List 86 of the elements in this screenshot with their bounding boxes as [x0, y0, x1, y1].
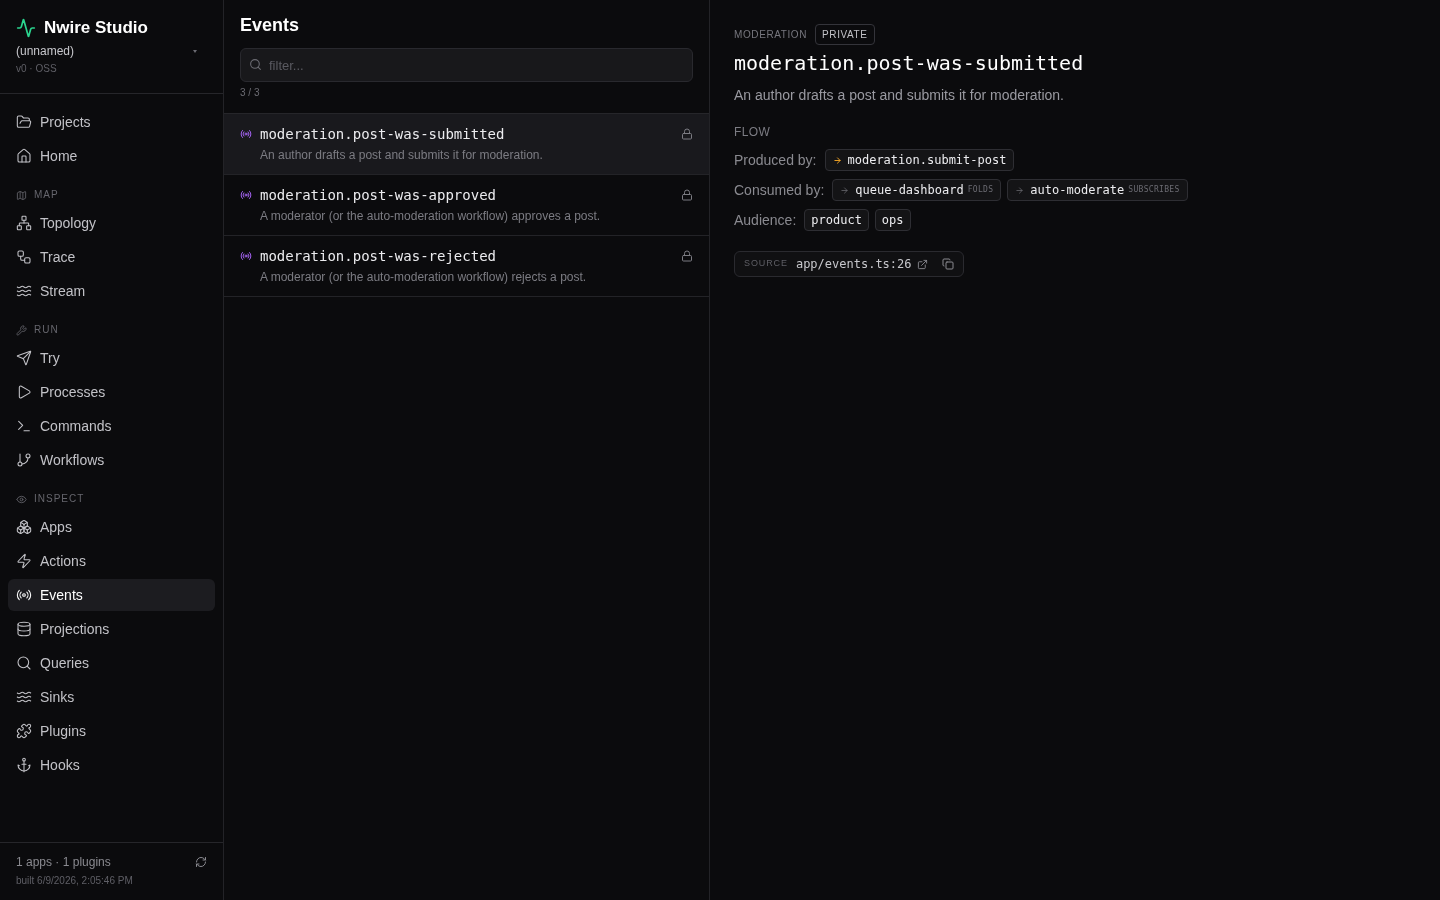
section-label: MAP — [34, 188, 59, 202]
nav-item[interactable]: Projects — [8, 106, 215, 138]
house-icon — [16, 148, 32, 164]
brand-name: Nwire Studio — [44, 17, 148, 39]
event-description: An author drafts a post and submits it for moderation. — [734, 86, 1065, 105]
event-description: A moderator (or the auto-moderation workflow) rejects a post. — [260, 269, 588, 285]
broadcast-icon — [240, 189, 252, 201]
anchor-icon — [16, 757, 32, 773]
nav-item[interactable]: Home — [8, 140, 215, 172]
search-icon — [249, 58, 262, 71]
pulse-logo-icon — [16, 18, 36, 38]
copy-icon — [941, 258, 954, 270]
caret-icon — [193, 49, 197, 53]
network-icon — [16, 215, 32, 231]
map-icon — [16, 189, 27, 201]
broadcast-icon — [16, 587, 32, 603]
play-icon — [16, 384, 32, 400]
audience-label: Audience: — [734, 210, 797, 230]
boxes-icon — [16, 519, 32, 535]
search-icon — [16, 655, 32, 671]
consumer-link[interactable]: queue-dashboard FOLDS — [832, 179, 1002, 201]
panel-title: Events — [240, 14, 301, 36]
audience-tag: product — [804, 209, 869, 231]
refresh-icon — [195, 856, 207, 868]
database-icon — [16, 621, 32, 637]
external-link-icon — [916, 258, 928, 270]
puzzle-icon — [16, 723, 32, 739]
paper-plane-icon — [16, 350, 32, 366]
summary-text: 1 apps · 1 plugins — [16, 854, 111, 870]
mode-label: SUBSCRIBES — [1128, 184, 1180, 196]
project-selector[interactable]: (unnamed) — [16, 43, 207, 59]
event-name: moderation.post-was-submitted — [260, 125, 506, 143]
waves-icon — [16, 689, 32, 705]
visibility-tag: PRIVATE — [815, 24, 875, 45]
nav-item[interactable]: Stream — [8, 275, 215, 307]
nav-item[interactable]: Events — [8, 579, 215, 611]
terminal-icon — [16, 418, 32, 434]
audience-tag: ops — [874, 209, 911, 231]
arrow-icon — [840, 185, 850, 195]
event-name: moderation.post-was-approved — [260, 186, 497, 204]
producer-link[interactable]: moderation.submit-post — [824, 149, 1015, 171]
nav-item[interactable]: Projections — [8, 613, 215, 645]
mode-label: FOLDS — [967, 184, 994, 196]
consumed-label: Consumed by: — [734, 180, 825, 200]
arrow-icon — [1015, 185, 1025, 195]
nav-item[interactable]: Processes — [8, 376, 215, 408]
consumer-link[interactable]: auto-moderate SUBSCRIBES — [1007, 179, 1188, 201]
event-title: moderation.post-was-submitted — [734, 50, 1085, 77]
wrench-icon — [16, 324, 27, 336]
source-label: SOURCE — [744, 257, 788, 271]
event-name: moderation.post-was-rejected — [260, 247, 497, 265]
copy-button[interactable] — [941, 258, 954, 270]
nav-item[interactable]: Plugins — [8, 715, 215, 747]
broadcast-icon — [240, 128, 252, 140]
nav-item[interactable]: Apps — [8, 511, 215, 543]
version-label: v0 · OSS — [16, 62, 58, 76]
nav-item[interactable]: Topology — [8, 207, 215, 239]
nav-item[interactable]: Workflows — [8, 444, 215, 476]
nav-item[interactable]: Commands — [8, 410, 215, 442]
folder-icon — [16, 114, 32, 130]
event-description: A moderator (or the auto-moderation workflow) approves a post. — [260, 208, 602, 224]
produced-label: Produced by: — [734, 150, 817, 170]
refresh-button[interactable] — [195, 856, 207, 868]
nav-item[interactable]: Actions — [8, 545, 215, 577]
nav-item[interactable]: Try — [8, 342, 215, 374]
filter-field[interactable]: filter... — [240, 48, 693, 82]
nav-item[interactable]: Queries — [8, 647, 215, 679]
waves-icon — [16, 283, 32, 299]
result-count: 3 / 3 — [240, 86, 261, 100]
nav-item[interactable]: Hooks — [8, 749, 215, 781]
broadcast-icon — [240, 250, 252, 262]
lightning-icon — [16, 553, 32, 569]
eye-icon — [16, 493, 27, 505]
build-time: built 6/9/2026, 2:05:46 PM — [16, 874, 134, 888]
branch-icon — [16, 452, 32, 468]
event-description: An author drafts a post and submits it for moderation. — [260, 147, 544, 163]
section-label: RUN — [34, 323, 59, 337]
event-row[interactable]: moderation.post-was-submitted An author drafts a post and submits it for moderation. — [224, 114, 709, 175]
module-label: MODERATION — [734, 27, 808, 42]
nav-item[interactable]: Sinks — [8, 681, 215, 713]
arrow-icon — [832, 155, 842, 165]
linked-squares-icon — [16, 249, 32, 265]
nav-item[interactable]: Trace — [8, 241, 215, 273]
flow-heading: FLOW — [734, 124, 772, 140]
section-label: INSPECT — [34, 492, 85, 506]
source-link[interactable]: app/events.ts:26 — [795, 255, 928, 273]
